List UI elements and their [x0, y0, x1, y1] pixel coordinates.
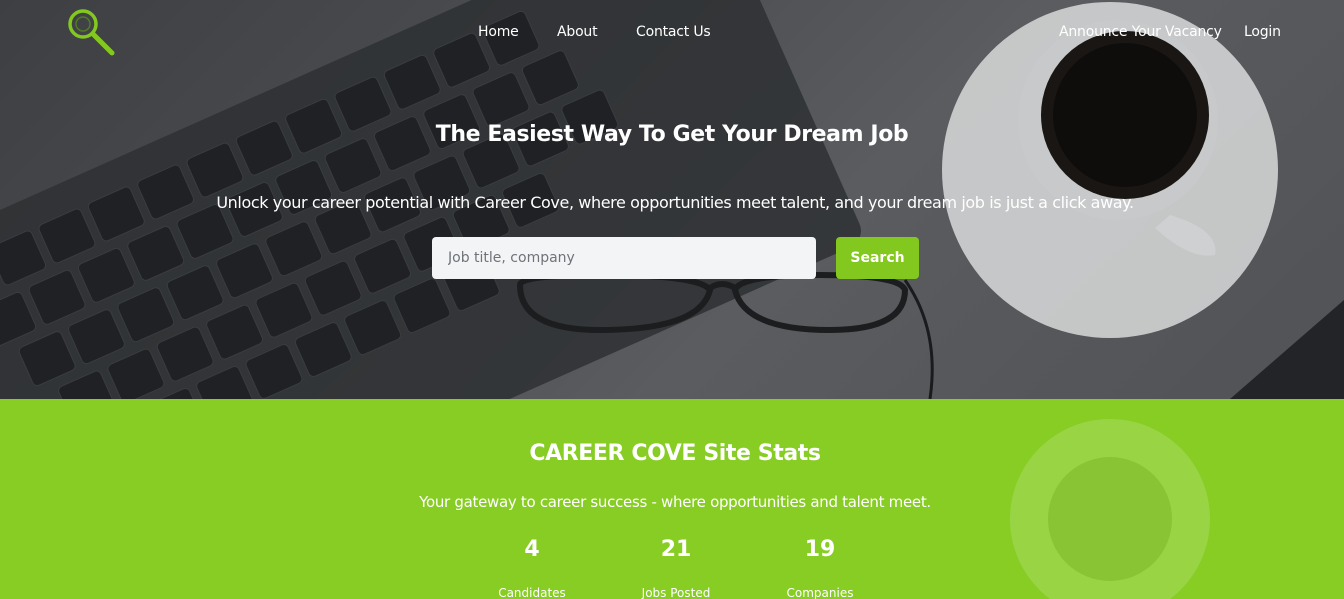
hero-section: Home About Contact Us Announce Your Vaca… — [0, 0, 1344, 399]
stat-label: Jobs Posted — [641, 586, 711, 599]
hero-subtitle: Unlock your career potential with Career… — [216, 193, 1134, 212]
search-button[interactable]: Search — [836, 237, 919, 279]
stat-value: 21 — [660, 537, 692, 562]
nav-about[interactable]: About — [557, 24, 598, 40]
nav-login[interactable]: Login — [1244, 24, 1281, 40]
nav-home[interactable]: Home — [478, 24, 519, 40]
stat-value: 4 — [524, 537, 540, 562]
nav-announce-vacancy[interactable]: Announce Your Vacancy — [1059, 24, 1222, 40]
stat-candidates: 4 Candidates — [472, 537, 592, 599]
stat-jobs-posted: 21 Jobs Posted — [616, 537, 736, 599]
stats-subtitle: Your gateway to career success - where o… — [419, 493, 931, 511]
hero-title: The Easiest Way To Get Your Dream Job — [435, 122, 909, 147]
nav-contact-us[interactable]: Contact Us — [636, 24, 711, 40]
magnifier-logo-icon[interactable] — [66, 8, 116, 58]
top-navigation: Home About Contact Us Announce Your Vaca… — [0, 0, 1344, 66]
stat-label: Companies — [786, 586, 854, 599]
stats-title: CAREER COVE Site Stats — [529, 441, 821, 466]
job-search-input[interactable] — [432, 237, 816, 279]
stat-value: 19 — [804, 537, 836, 562]
stat-label: Candidates — [498, 586, 566, 599]
stat-companies: 19 Companies — [760, 537, 880, 599]
